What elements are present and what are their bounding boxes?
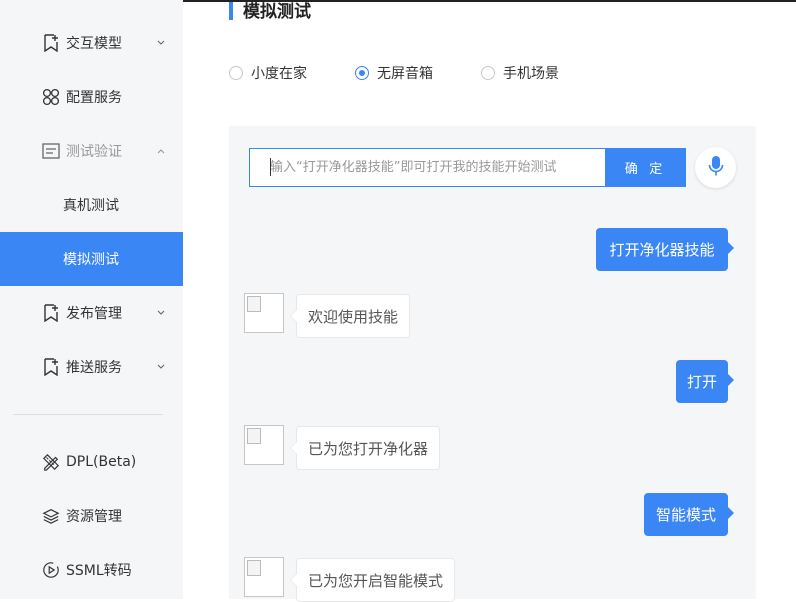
microphone-icon [708,155,724,181]
user-message: 智能模式 [644,493,734,536]
sidebar-item-label: 模拟测试 [63,252,119,268]
bot-message: 已为您开启智能模式 [289,558,456,602]
sidebar-item-config-service[interactable]: 配置服务 [0,70,183,124]
radio-label: 小度在家 [251,66,307,82]
sidebar-item-push-service[interactable]: 推送服务 [0,340,183,394]
pencil-ruler-icon [42,453,60,471]
confirm-button[interactable]: 确 定 [605,148,686,187]
sidebar-item-label: 真机测试 [63,198,119,214]
user-message: 打开 [676,360,734,403]
bot-message: 欢迎使用技能 [289,294,411,338]
broken-image-icon [247,560,261,576]
sidebar-item-label: 测试验证 [66,144,122,160]
sidebar-item-ssml-transcode[interactable]: SSML转码 [0,543,183,597]
radio-circle[interactable] [481,66,495,80]
test-utterance-input[interactable] [249,148,606,187]
sidebar-item-label: 发布管理 [66,306,122,322]
page-title: 模拟测试 [243,2,311,22]
sidebar-item-simulation-test[interactable]: 模拟测试 [0,232,183,286]
sidebar-divider [13,414,163,415]
sidebar-item-release-management[interactable]: 发布管理 [0,286,183,340]
radio-label: 手机场景 [503,66,559,82]
sidebar-item-interaction-model[interactable]: 交互模型 [0,16,183,70]
sidebar-item-device-test[interactable]: 真机测试 [0,178,183,232]
sidebar-item-resource-management[interactable]: 资源管理 [0,489,183,543]
radio-circle-selected[interactable] [355,66,369,80]
layers-icon [42,507,60,525]
play-circle-icon [42,561,60,579]
bot-avatar [244,425,284,465]
radio-xiaodu-home[interactable]: 小度在家 [229,64,307,82]
chevron-down-icon [156,308,166,318]
text-cursor [270,158,271,176]
document-icon [42,142,60,160]
broken-image-icon [247,428,261,444]
title-accent-bar [229,2,233,20]
chevron-up-icon [156,146,166,156]
bot-avatar [244,557,284,597]
bot-message: 已为您打开净化器 [289,426,441,470]
sidebar-item-test-verify[interactable]: 测试验证 [0,124,183,178]
sidebar-item-label: DPL(Beta) [66,454,137,470]
sidebar-item-label: SSML转码 [66,563,132,579]
radio-mobile-scene[interactable]: 手机场景 [481,64,559,82]
sidebar-item-label: 推送服务 [66,360,122,376]
radio-circle[interactable] [229,66,243,80]
broken-image-icon [247,296,261,312]
bot-avatar [244,293,284,333]
sidebar-item-dpl[interactable]: DPL(Beta) [0,435,183,489]
clover-grid-icon [42,88,60,106]
chevron-down-icon [156,362,166,372]
sidebar-item-label: 配置服务 [66,90,122,106]
sidebar-item-label: 资源管理 [66,509,122,525]
radio-label: 无屏音箱 [377,66,433,82]
bookmark-plus-icon [42,358,60,376]
radio-screenless-speaker[interactable]: 无屏音箱 [355,64,433,82]
sidebar-item-label: 交互模型 [66,36,122,52]
chevron-down-icon [156,38,166,48]
user-message: 打开净化器技能 [596,228,734,271]
sidebar: 交互模型 配置服务 测试验证 真机测试 模拟测试 发布管理 推送服务 DPL(B… [0,0,183,599]
microphone-button[interactable] [695,147,736,188]
bookmark-plus-icon [42,34,60,52]
bookmark-plus-icon [42,304,60,322]
